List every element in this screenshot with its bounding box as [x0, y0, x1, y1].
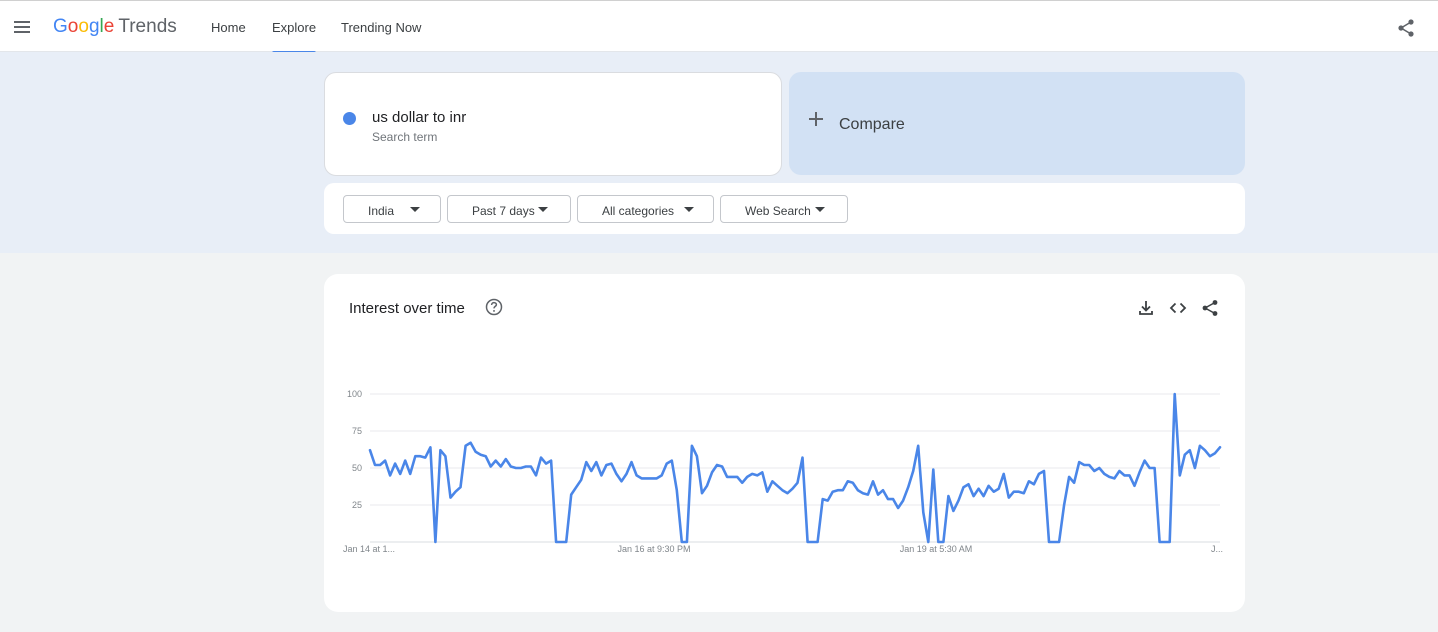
top-app-bar: Google Trends Home Explore Trending Now	[0, 0, 1438, 54]
caret-down-icon	[684, 207, 694, 212]
x-tick-label: Jan 14 at 1...	[343, 544, 395, 554]
y-tick-label: 100	[347, 389, 362, 399]
logo-suffix: Trends	[118, 16, 177, 37]
caret-down-icon	[815, 207, 825, 212]
filter-label: All categories	[602, 204, 675, 218]
caret-down-icon	[410, 207, 420, 212]
logo-letter: g	[88, 16, 100, 37]
search-term-type: Search term	[372, 130, 438, 144]
filter-bar: India Past 7 days All categories Web Sea…	[324, 183, 1245, 234]
tab-home[interactable]: Home	[211, 1, 246, 53]
logo-letter: o	[67, 16, 79, 37]
x-tick-label: Jan 19 at 5:30 AM	[900, 544, 973, 554]
compare-label: Compare	[839, 116, 905, 133]
download-icon[interactable]	[1137, 299, 1155, 317]
google-trends-logo[interactable]: Google Trends	[53, 16, 177, 38]
x-tick-label: Jan 16 at 9:30 PM	[617, 544, 690, 554]
tab-trending-now[interactable]: Trending Now	[341, 1, 421, 53]
interest-over-time-card: 25 50 75 100 Jan 14 at 1... Jan 16 at 9:30 PM…	[324, 274, 1245, 612]
region-filter[interactable]: India	[343, 195, 441, 223]
time-range-filter[interactable]: Past 7 days	[447, 195, 571, 223]
compare-button[interactable]: Compare	[789, 72, 1245, 175]
embed-code-icon[interactable]	[1169, 299, 1187, 317]
y-tick-label: 25	[352, 500, 362, 510]
search-term-card[interactable]: us dollar to inr Search term	[324, 72, 782, 176]
filter-label: India	[368, 204, 395, 218]
x-tick-label: J...	[1211, 544, 1223, 554]
category-filter[interactable]: All categories	[577, 195, 714, 223]
chart-title: Interest over time	[349, 300, 465, 317]
share-icon[interactable]	[1396, 18, 1416, 38]
search-term-text[interactable]: us dollar to inr	[372, 109, 466, 126]
y-tick-label: 75	[352, 426, 362, 436]
share-icon[interactable]	[1201, 299, 1219, 317]
y-tick-label: 50	[352, 463, 362, 473]
term-color-dot	[343, 112, 356, 125]
caret-down-icon	[538, 207, 548, 212]
help-icon[interactable]	[485, 298, 503, 316]
filter-label: Web Search	[745, 204, 811, 218]
plus-icon	[809, 112, 823, 126]
logo-letter: G	[53, 16, 68, 37]
filter-label: Past 7 days	[472, 204, 535, 218]
tab-explore[interactable]: Explore	[272, 1, 317, 54]
logo-letter: o	[78, 16, 89, 37]
search-type-filter[interactable]: Web Search	[720, 195, 848, 223]
logo-letter: e	[103, 16, 115, 37]
interest-over-time-chart: 25 50 75 100 Jan 14 at 1... Jan 16 at 9:30 PM…	[343, 389, 1223, 554]
hamburger-menu-icon[interactable]	[12, 18, 32, 36]
